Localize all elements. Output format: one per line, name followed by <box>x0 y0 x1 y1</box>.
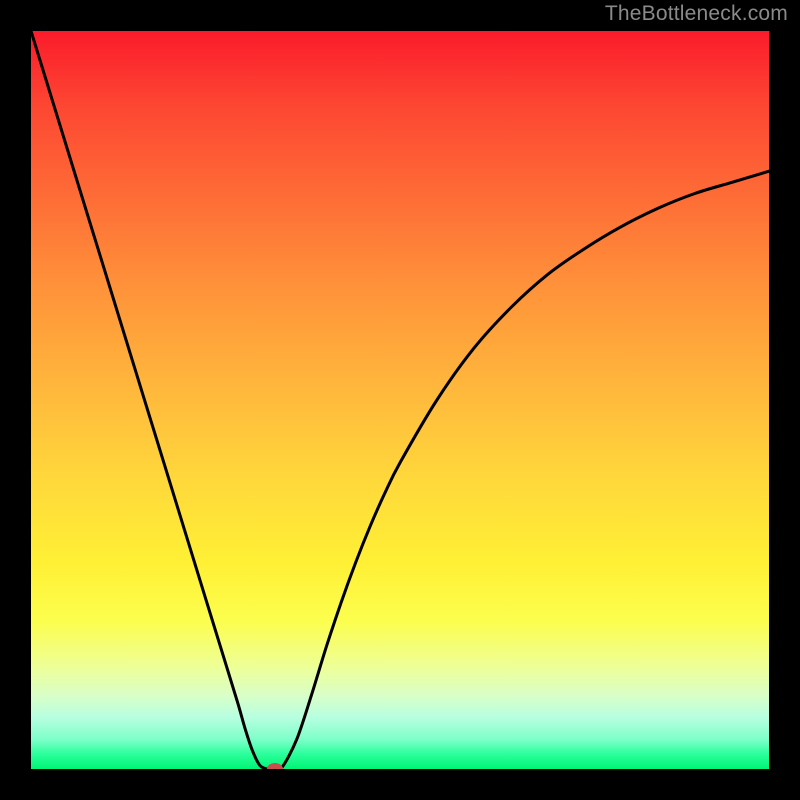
optimum-marker <box>267 763 283 769</box>
watermark-text: TheBottleneck.com <box>605 2 788 26</box>
plot-area <box>31 31 769 769</box>
bottleneck-curve <box>31 31 769 769</box>
chart-frame: TheBottleneck.com <box>0 0 800 800</box>
curve-layer <box>31 31 769 769</box>
